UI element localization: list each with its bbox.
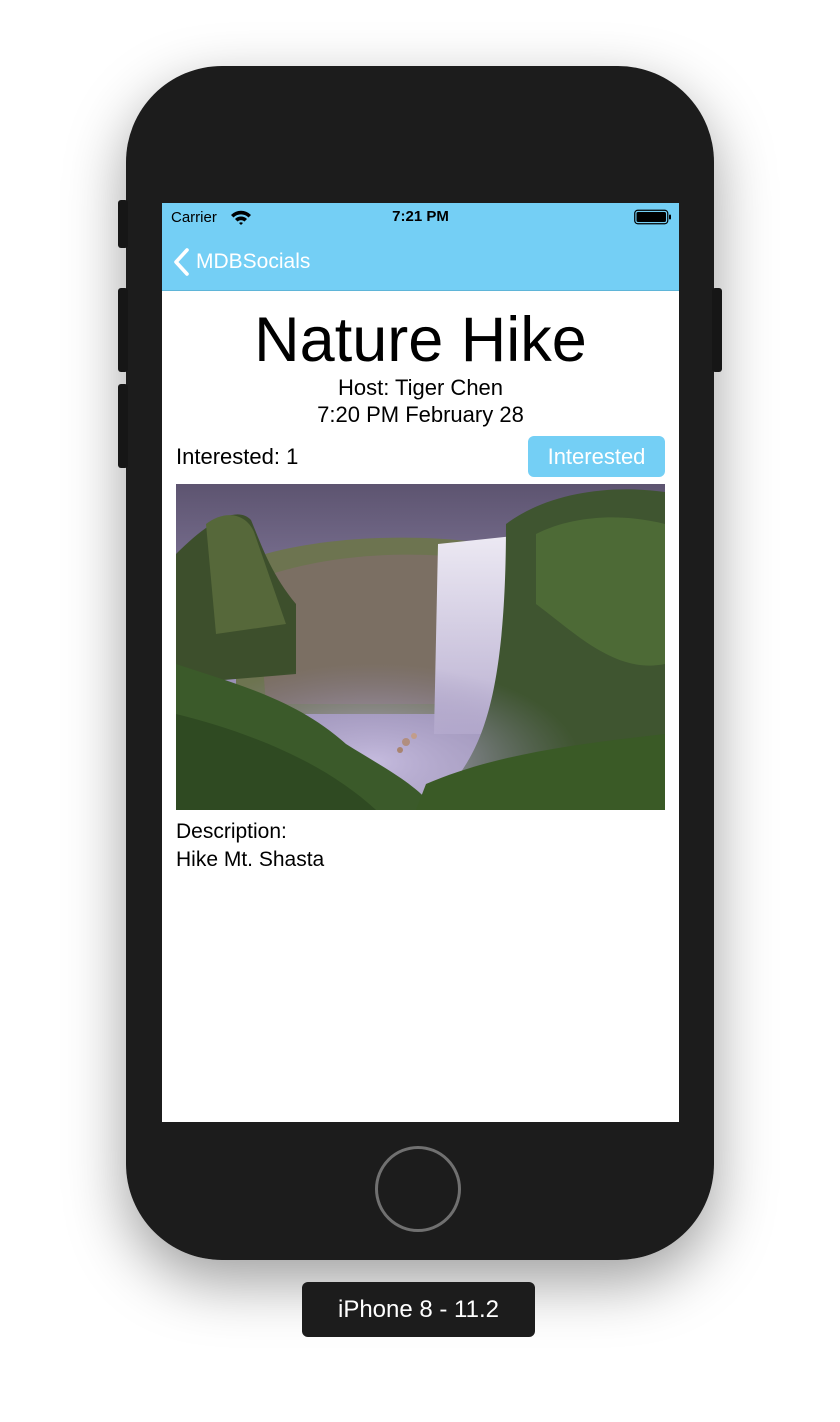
battery-icon — [634, 209, 671, 225]
status-time: 7:21 PM — [392, 208, 449, 225]
interested-count: Interested: 1 — [176, 444, 299, 469]
event-host: Host: Tiger Chen — [337, 375, 504, 400]
navigation-bar: MDBSocials — [162, 231, 679, 291]
back-button-label: MDBSocials — [196, 250, 311, 273]
status-bar: Carrier 7:21 PM — [162, 203, 679, 231]
description-label: Description: — [176, 820, 287, 843]
device-screen: Carrier 7:21 PM MDBSocials Nature Hike H… — [162, 203, 679, 1122]
chevron-left-icon — [174, 248, 189, 276]
interested-button[interactable]: Interested — [528, 436, 665, 477]
description-text: Hike Mt. Shasta — [176, 848, 325, 871]
home-button[interactable] — [375, 1146, 461, 1232]
power-button — [712, 288, 722, 372]
volume-up-button — [118, 288, 128, 372]
event-datetime: 7:20 PM February 28 — [317, 402, 524, 427]
event-photo — [176, 484, 665, 810]
simulator-device-label: iPhone 8 - 11.2 — [302, 1282, 535, 1337]
event-title: Nature Hike — [254, 305, 587, 375]
volume-down-button — [118, 384, 128, 468]
mute-switch — [118, 200, 128, 248]
back-button[interactable]: MDBSocials — [172, 245, 310, 279]
